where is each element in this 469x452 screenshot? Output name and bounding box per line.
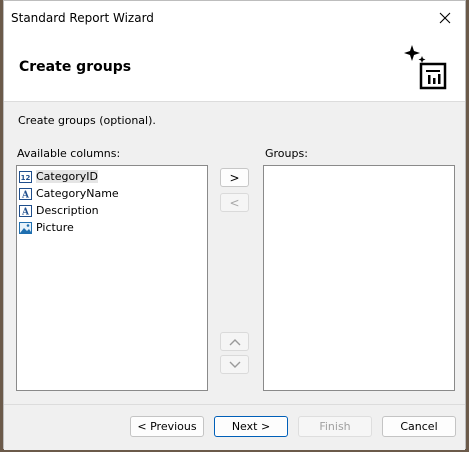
instruction-text: Create groups (optional). xyxy=(18,114,156,127)
wizard-footer: < Previous Next > Finish Cancel xyxy=(4,404,465,450)
svg-text:12: 12 xyxy=(21,174,31,182)
list-item[interactable]: 12 CategoryID xyxy=(19,168,98,185)
title-bar: Standard Report Wizard xyxy=(4,1,465,35)
cancel-button[interactable]: Cancel xyxy=(382,416,456,437)
window-title: Standard Report Wizard xyxy=(11,11,154,25)
wizard-header: Create groups xyxy=(4,35,465,102)
chevron-down-icon xyxy=(229,361,240,368)
wizard-window: Standard Report Wizard Create groups Cre… xyxy=(3,0,466,450)
list-item[interactable]: Picture xyxy=(19,219,74,236)
close-button[interactable] xyxy=(425,1,465,35)
svg-text:A: A xyxy=(21,207,30,217)
text-field-icon: A xyxy=(19,204,32,217)
next-button[interactable]: Next > xyxy=(214,416,288,437)
svg-text:A: A xyxy=(21,190,30,200)
wizard-report-sparkle-icon xyxy=(404,45,447,90)
remove-group-button[interactable]: < xyxy=(220,193,249,212)
add-group-button[interactable]: > xyxy=(220,168,249,187)
page-title: Create groups xyxy=(19,59,132,75)
list-item-label: CategoryName xyxy=(36,187,119,200)
finish-button[interactable]: Finish xyxy=(298,416,372,437)
wizard-body: Create groups (optional). Available colu… xyxy=(4,102,465,404)
previous-button[interactable]: < Previous xyxy=(130,416,204,437)
list-item[interactable]: A CategoryName xyxy=(19,185,119,202)
list-item[interactable]: A Description xyxy=(19,202,99,219)
chevron-up-icon xyxy=(229,338,240,345)
groups-list[interactable] xyxy=(263,165,455,391)
list-item-label: Description xyxy=(36,204,99,217)
groups-label: Groups: xyxy=(265,147,308,160)
close-icon xyxy=(439,12,451,24)
list-item-label: CategoryID xyxy=(36,170,98,183)
available-columns-list[interactable]: 12 CategoryID A CategoryName A Descripti… xyxy=(16,165,208,391)
move-up-button[interactable] xyxy=(220,332,249,351)
list-item-label: Picture xyxy=(36,221,74,234)
text-field-icon: A xyxy=(19,187,32,200)
move-down-button[interactable] xyxy=(220,355,249,374)
available-columns-label: Available columns: xyxy=(17,147,121,160)
numeric-field-icon: 12 xyxy=(19,170,32,183)
image-field-icon xyxy=(19,221,32,234)
